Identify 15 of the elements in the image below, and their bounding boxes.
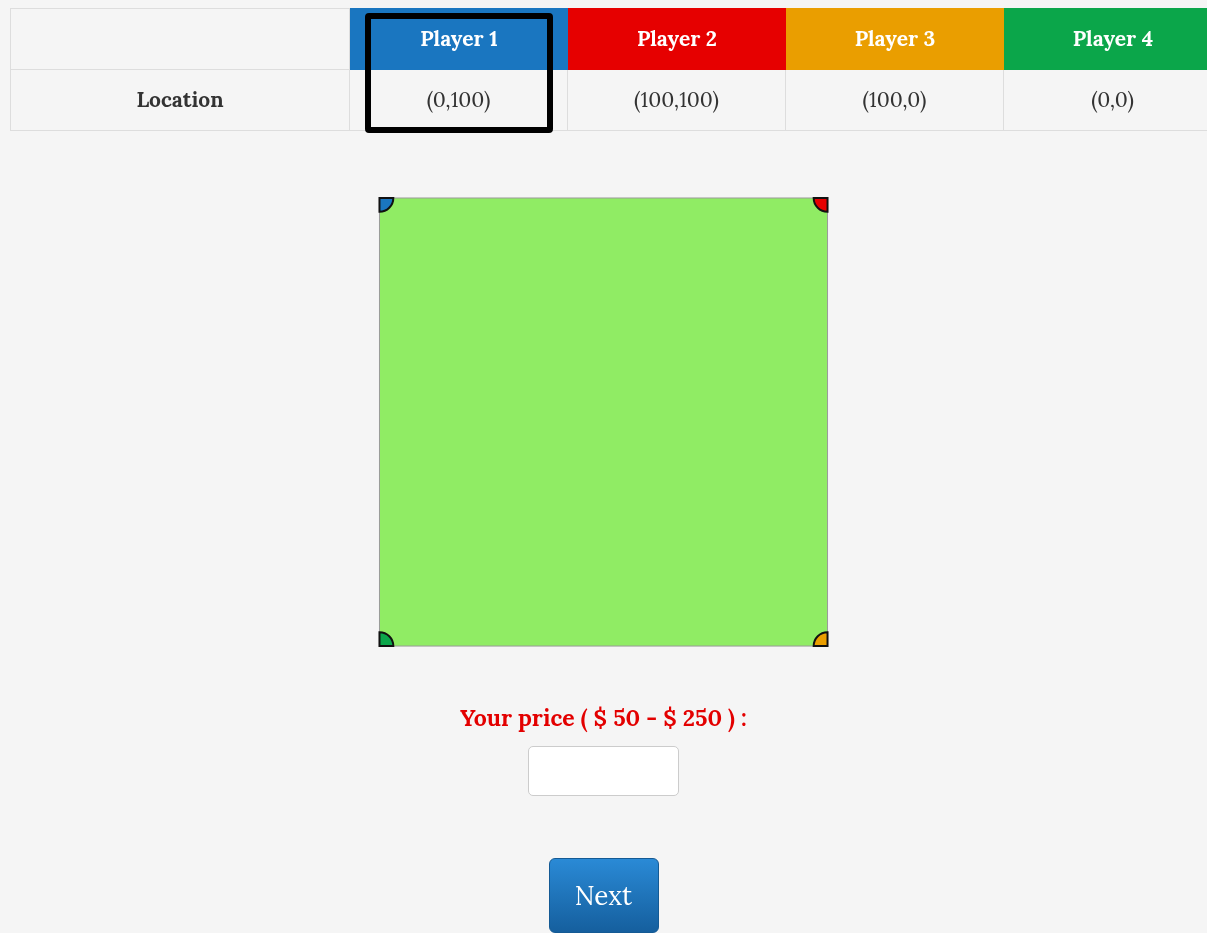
location-cell: (100,0) (786, 70, 1004, 131)
location-cell: (0,0) (1004, 70, 1207, 131)
player-marker (812, 631, 829, 648)
price-field[interactable] (528, 745, 679, 796)
player-header: Player 2 (568, 8, 786, 70)
player-marker (378, 197, 395, 213)
location-cell: (0,100) (350, 70, 568, 131)
row-label: Location (10, 70, 350, 131)
location-cell: (100,100) (568, 70, 786, 131)
player-header: Player 4 (1004, 8, 1207, 70)
player-header: Player 3 (786, 8, 1004, 70)
price-label: Your price ( $ 50 - $ 250 ) : (460, 702, 747, 735)
player-marker (812, 197, 829, 213)
next-button[interactable]: Next (548, 858, 659, 933)
player-marker (378, 631, 395, 648)
